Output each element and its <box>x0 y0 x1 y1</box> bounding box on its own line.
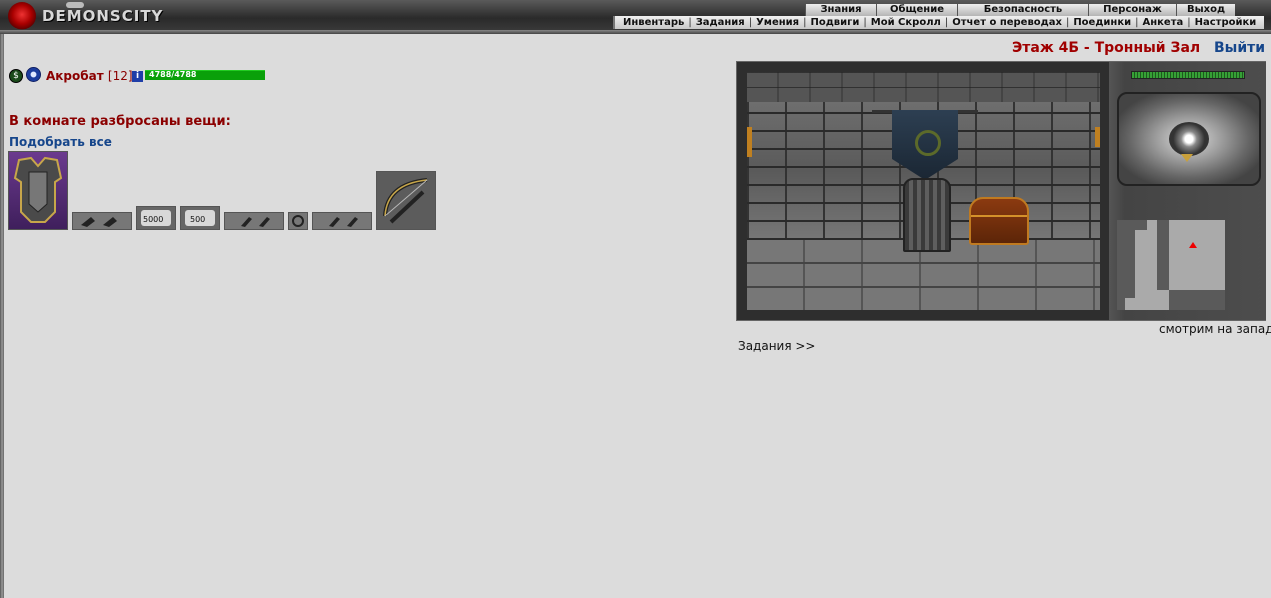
menu-exit[interactable]: Выход <box>1176 4 1235 16</box>
app-name: DEMONSCITY <box>42 7 164 25</box>
minimap-corridor <box>1147 230 1157 290</box>
loot-item-scroll-5000[interactable]: 5000 <box>136 206 176 230</box>
submenu-inventory[interactable]: Инвентарь <box>619 16 688 29</box>
player-name[interactable]: Акробат [12] <box>46 69 133 83</box>
loot-title: В комнате разбросаны вещи: <box>9 114 231 129</box>
menu-character[interactable]: Персонаж <box>1088 4 1176 16</box>
scroll-label: 500 <box>190 215 206 224</box>
view-direction: смотрим на запад <box>1159 322 1271 336</box>
room-hp-bar <box>1131 71 1245 79</box>
left-frame <box>0 34 4 598</box>
scroll-label: 5000 <box>143 215 164 224</box>
minimap-wall <box>1125 220 1135 298</box>
hp-text: 4788/4788 <box>149 70 197 79</box>
torch-icon <box>1095 127 1100 147</box>
player-position-icon <box>1189 242 1197 248</box>
room-view <box>736 61 1266 321</box>
submenu-transfer-report[interactable]: Отчет о переводах <box>948 16 1066 29</box>
minimap <box>1117 220 1225 310</box>
loot-item-armor[interactable] <box>8 151 68 230</box>
menu-communication[interactable]: Общение <box>876 4 957 16</box>
player-level: [12] <box>107 69 133 83</box>
loot-item-bracers-3[interactable] <box>312 212 372 230</box>
armor-icon <box>13 156 63 223</box>
main-menu: Знания Общение Безопасность Персонаж Вых… <box>805 4 1235 16</box>
turn-icon[interactable] <box>1169 122 1209 156</box>
info-icon[interactable]: i <box>132 71 143 82</box>
bracers-icon <box>241 217 270 227</box>
minimap-wall <box>1157 220 1169 290</box>
top-bar: DEMONSCITY Знания Общение Безопасность П… <box>0 0 1271 34</box>
logo: DEMONSCITY <box>8 2 163 30</box>
banner-emblem-icon <box>915 130 941 156</box>
bracers-icon <box>329 217 358 227</box>
minimap-wall <box>1135 220 1147 230</box>
loot-item-scroll-500[interactable]: 500 <box>180 206 220 230</box>
submenu-skills[interactable]: Умения <box>752 16 803 29</box>
navigation-panel <box>1109 62 1266 320</box>
loot-item-bracers-2[interactable] <box>224 212 284 230</box>
quests-link[interactable]: Задания >> <box>738 339 815 353</box>
wing-icon <box>66 2 84 8</box>
submenu-my-scroll[interactable]: Мой Скролл <box>867 16 945 29</box>
throne-icon[interactable] <box>903 178 951 252</box>
room-title: Этаж 4Б - Тронный Зал <box>1012 40 1201 56</box>
submenu-profile[interactable]: Анкета <box>1139 16 1188 29</box>
ceiling <box>747 72 1100 102</box>
minimap-wall <box>1117 220 1125 310</box>
submenu-quests[interactable]: Задания <box>692 16 749 29</box>
pickup-all-link[interactable]: Подобрать все <box>9 135 112 149</box>
menu-security[interactable]: Безопасность <box>957 4 1088 16</box>
submenu-achievements[interactable]: Подвиги <box>806 16 863 29</box>
loot-item-ring[interactable] <box>288 212 308 230</box>
hp-bar: 4788/4788 <box>145 70 265 80</box>
menu-knowledge[interactable]: Знания <box>805 4 876 16</box>
sub-menu: Инвентарь | Задания | Умения | Подвиги | Мой… <box>613 16 1265 29</box>
chest-icon[interactable] <box>969 197 1029 245</box>
alignment-icon[interactable]: $ <box>9 69 23 83</box>
bracers-icon <box>81 217 117 227</box>
torch-icon <box>747 127 752 157</box>
submenu-duels[interactable]: Поединки <box>1069 16 1135 29</box>
room-scene <box>747 72 1100 310</box>
loot-item-crossbow[interactable] <box>376 171 436 230</box>
top-bar-border <box>0 30 1271 34</box>
exit-room-link[interactable]: Выйти <box>1214 40 1265 56</box>
minimap-wall <box>1169 290 1225 310</box>
compass[interactable] <box>1117 92 1261 186</box>
submenu-settings[interactable]: Настройки <box>1191 16 1261 29</box>
ring-icon <box>292 215 304 227</box>
crossbow-icon <box>383 178 428 224</box>
loot-item-bracers-1[interactable] <box>72 212 132 230</box>
emblem-icon <box>8 2 36 30</box>
clan-icon[interactable] <box>26 67 41 82</box>
player-name-text: Акробат <box>46 69 104 83</box>
move-back-arrow-icon[interactable] <box>1181 154 1193 162</box>
